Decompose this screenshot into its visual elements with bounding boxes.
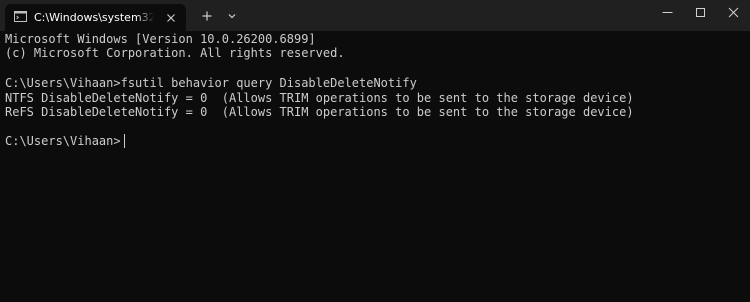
tab-cmd[interactable]: C:\Windows\system32\cmd.exe bbox=[5, 4, 186, 31]
terminal-line: (c) Microsoft Corporation. All rights re… bbox=[5, 46, 345, 60]
chevron-down-icon[interactable] bbox=[224, 8, 240, 24]
maximize-icon[interactable] bbox=[684, 0, 717, 26]
terminal-line: ReFS DisableDeleteNotify = 0 (Allows TRI… bbox=[5, 105, 634, 119]
tab-close-icon[interactable] bbox=[163, 10, 179, 26]
plus-icon[interactable] bbox=[199, 8, 215, 24]
cmd-icon bbox=[14, 11, 27, 22]
terminal-line: Microsoft Windows [Version 10.0.26200.68… bbox=[5, 32, 316, 46]
tab-title: C:\Windows\system32\cmd.exe bbox=[34, 11, 154, 24]
terminal-line: NTFS DisableDeleteNotify = 0 (Allows TRI… bbox=[5, 91, 634, 105]
title-bar[interactable]: C:\Windows\system32\cmd.exe bbox=[0, 0, 750, 31]
close-icon[interactable] bbox=[717, 0, 750, 26]
terminal-prompt: C:\Users\Vihaan> bbox=[5, 134, 121, 148]
terminal-window: C:\Windows\system32\cmd.exe bbox=[0, 0, 750, 302]
terminal-output[interactable]: Microsoft Windows [Version 10.0.26200.68… bbox=[0, 31, 750, 302]
terminal-line: C:\Users\Vihaan>fsutil behavior query Di… bbox=[5, 76, 417, 90]
minimize-icon[interactable] bbox=[651, 0, 684, 26]
text-cursor bbox=[124, 134, 125, 148]
